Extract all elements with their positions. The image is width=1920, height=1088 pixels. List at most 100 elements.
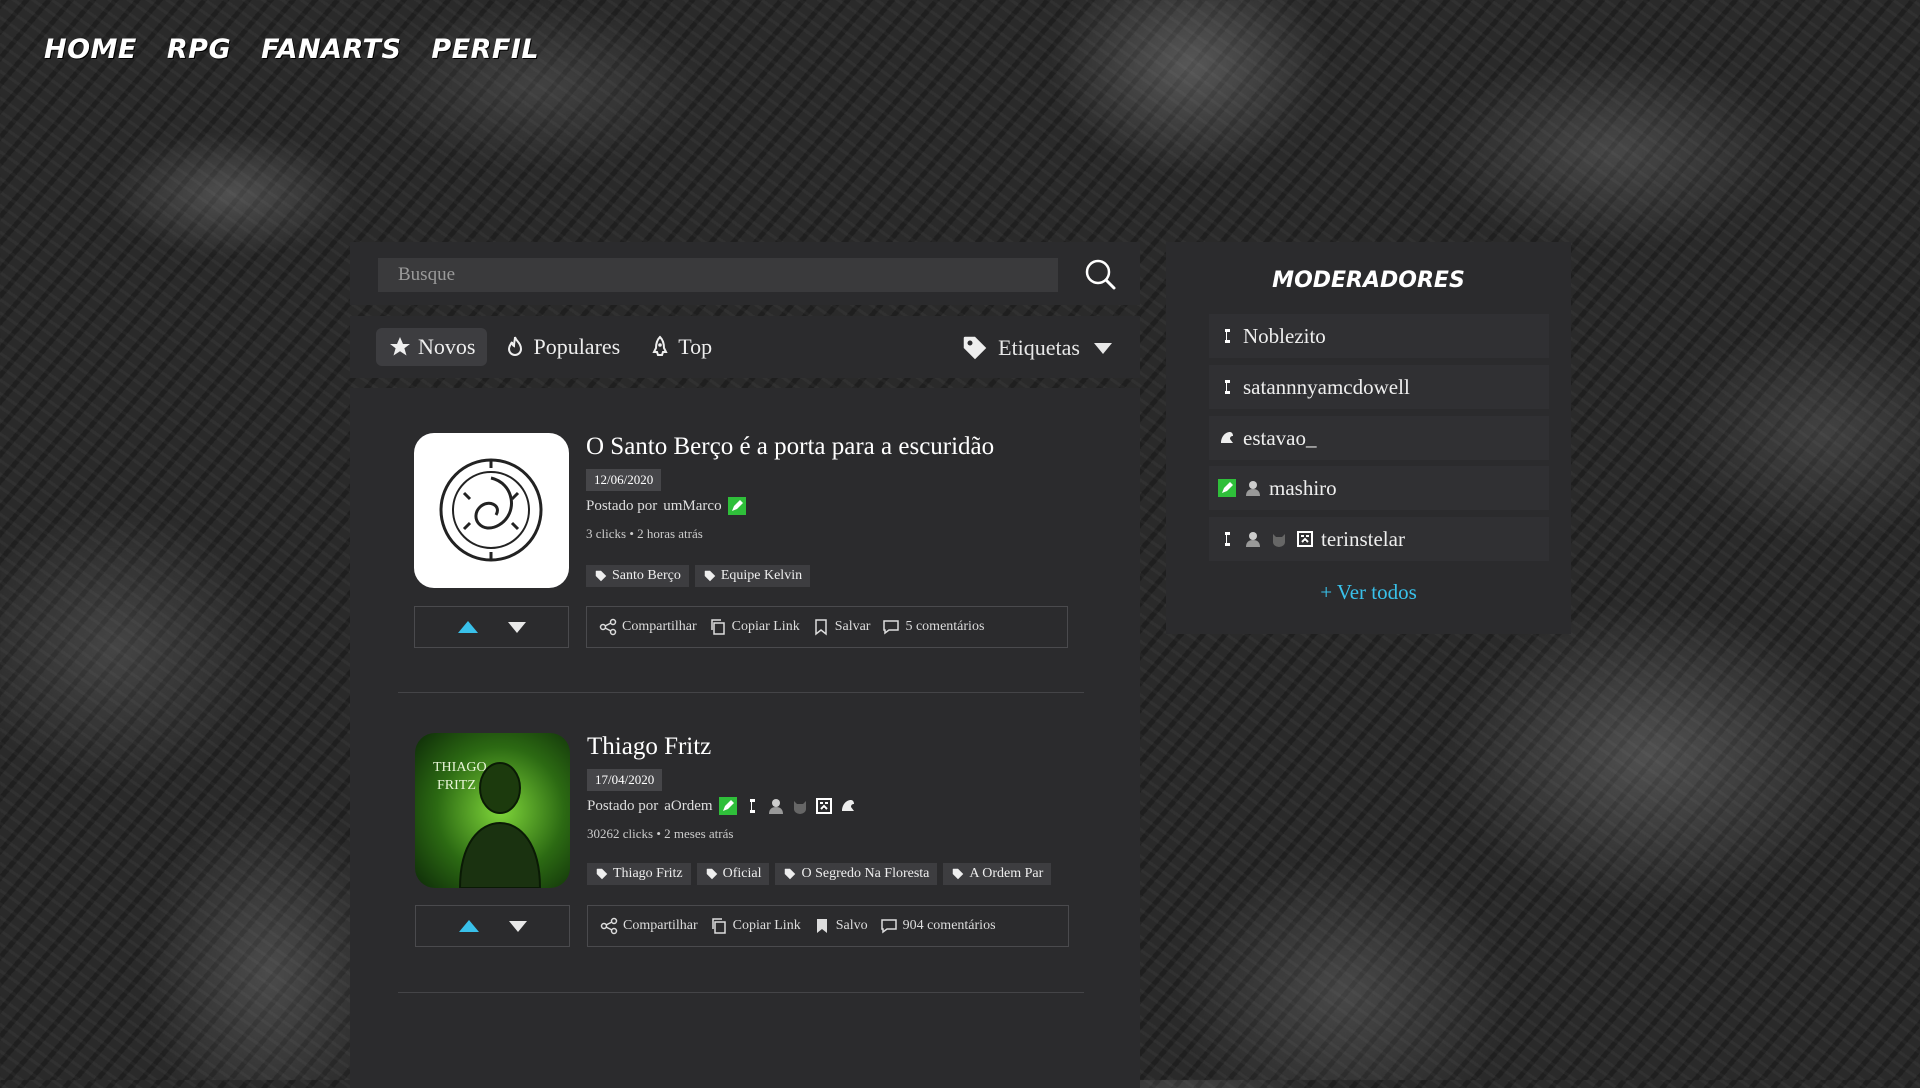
vote-box [415, 905, 570, 947]
comments-button[interactable]: 904 comentários [880, 917, 996, 935]
tags-dropdown-label: Etiquetas [998, 335, 1080, 360]
nav-home[interactable]: HOME [44, 34, 137, 65]
saved-button[interactable]: Salvo [813, 917, 868, 935]
person-badge-icon [1243, 529, 1263, 549]
person-badge-icon [767, 797, 785, 815]
rune-badge-icon [743, 797, 761, 815]
comments-label: 5 comentários [905, 619, 985, 634]
tag-icon [953, 868, 964, 880]
nav-perfil[interactable]: PERFIL [431, 34, 539, 65]
post-divider [398, 692, 1084, 693]
moderator-item[interactable]: estavao_ [1209, 416, 1549, 460]
mask-badge-icon [1295, 529, 1315, 549]
rune-badge-icon [1217, 326, 1237, 346]
rune-badge-icon [1217, 529, 1237, 549]
moderators-panel: MODERADORES Noblezito satannnyamcdowell … [1166, 242, 1571, 634]
tag-chip[interactable]: Equipe Kelvin [694, 565, 811, 587]
tab-top-label: Top [678, 334, 713, 359]
post-actions: Compartilhar Copiar Link Salvo 904 comen… [587, 905, 1069, 947]
post-divider [398, 992, 1084, 993]
post-actions: Compartilhar Copiar Link Salvar 5 coment… [586, 606, 1068, 648]
share-button[interactable]: Compartilhar [600, 917, 698, 935]
comments-button[interactable]: 5 comentários [882, 618, 984, 636]
portrait-image: THIAGO FRITZ [433, 760, 542, 888]
moderators-title: MODERADORES [1272, 268, 1465, 293]
tag-label: Oficial [722, 866, 762, 881]
share-label: Compartilhar [622, 619, 697, 634]
moderator-item[interactable]: satannnyamcdowell [1209, 365, 1549, 409]
chevron-down-icon [1094, 342, 1112, 354]
person-badge-icon [1243, 478, 1263, 498]
tag-icon [595, 570, 607, 582]
downvote-icon[interactable] [508, 920, 527, 932]
star-icon [390, 337, 410, 356]
posted-by-label: Postado por [587, 797, 659, 814]
tags-dropdown[interactable]: Etiquetas [960, 333, 1112, 363]
tag-label: A Ordem Par [969, 866, 1044, 881]
search-button[interactable] [1082, 256, 1118, 292]
tag-chip[interactable]: A Ordem Par [943, 863, 1052, 885]
tab-top[interactable]: Top [636, 328, 724, 366]
post-tags: Santo Berço Equipe Kelvin [586, 565, 811, 587]
post-tags: Thiago Fritz Oficial O Segredo Na Flores… [587, 863, 1052, 885]
comment-icon [883, 620, 900, 635]
copy-icon [710, 619, 725, 635]
copy-link-label: Copiar Link [731, 619, 800, 634]
tag-chip[interactable]: Santo Berço [586, 565, 689, 587]
moderator-name: Noblezito [1243, 323, 1326, 348]
copy-link-button[interactable]: Copiar Link [710, 917, 801, 935]
tab-novos-label: Novos [418, 334, 476, 359]
moderator-name: mashiro [1269, 475, 1337, 500]
mask-badge-icon [815, 797, 833, 815]
nav-rpg[interactable]: RPG [167, 34, 231, 65]
upvote-icon[interactable] [457, 621, 478, 633]
bookmark-icon [814, 619, 827, 636]
downvote-icon[interactable] [507, 621, 526, 633]
tab-populares-label: Populares [533, 334, 621, 359]
tag-chip[interactable]: Thiago Fritz [587, 863, 691, 885]
rune-badge-icon [1217, 377, 1237, 397]
nav-fanarts[interactable]: FANARTS [261, 34, 401, 65]
creature-badge-icon [1217, 428, 1237, 448]
pen-badge-icon [727, 497, 746, 515]
pen-badge-icon [718, 797, 737, 815]
main-nav: HOME RPG FANARTS PERFIL [44, 34, 539, 65]
moderator-item[interactable]: Noblezito [1209, 314, 1549, 358]
post-stats: 30262 clicks • 2 meses atrás [587, 826, 734, 841]
saved-label: Salvo [835, 918, 868, 933]
moderator-item[interactable]: terinstelar [1209, 517, 1549, 561]
share-label: Compartilhar [623, 918, 698, 933]
upvote-icon[interactable] [458, 920, 479, 932]
bookmark-filled-icon [816, 919, 827, 933]
vote-box [414, 606, 569, 648]
post-author[interactable]: umMarco [663, 498, 721, 515]
tag-icon [704, 570, 716, 582]
copy-link-label: Copiar Link [732, 918, 801, 933]
tag-icon [963, 336, 987, 360]
post-thumbnail[interactable]: THIAGO FRITZ [415, 733, 570, 888]
copy-link-button[interactable]: Copiar Link [709, 618, 800, 636]
pen-badge-icon [1217, 478, 1237, 498]
post-title[interactable]: Thiago Fritz [587, 733, 711, 761]
share-button[interactable]: Compartilhar [599, 618, 697, 636]
tag-label: O Segredo Na Floresta [801, 866, 930, 881]
post-date: 17/04/2020 [587, 769, 663, 791]
comments-label: 904 comentários [902, 918, 996, 933]
posted-by-label: Postado por [586, 497, 658, 514]
moderator-name: terinstelar [1321, 526, 1405, 551]
comment-icon [880, 919, 897, 934]
post-author[interactable]: aOrdem [664, 798, 712, 815]
tag-chip[interactable]: O Segredo Na Floresta [775, 863, 938, 885]
post-title[interactable]: O Santo Berço é a porta para a escuridão [586, 433, 994, 461]
save-button[interactable]: Salvar [812, 618, 870, 636]
moderator-item[interactable]: mashiro [1209, 466, 1549, 510]
tag-chip[interactable]: Oficial [696, 863, 770, 885]
cat-badge-icon [791, 797, 809, 815]
see-all-moderators-link[interactable]: + Ver todos [1166, 580, 1571, 605]
tab-populares[interactable]: Populares [491, 328, 632, 366]
search-input[interactable] [378, 258, 1058, 292]
post-thumbnail[interactable] [414, 433, 569, 588]
thumb-caption: THIAGO FRITZ [433, 760, 487, 793]
search-bar [350, 242, 1140, 305]
tab-novos[interactable]: Novos [376, 328, 488, 366]
